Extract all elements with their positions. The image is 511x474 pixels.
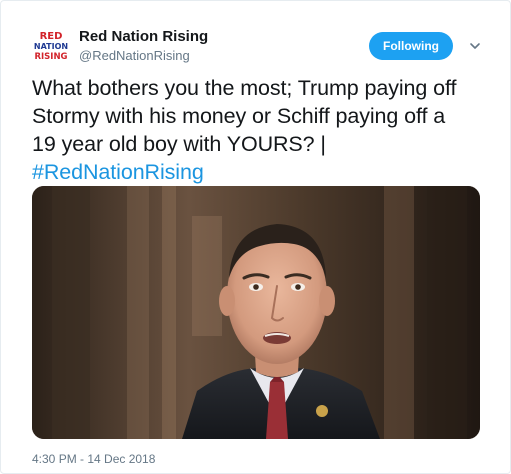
tweet-text-line: 19 year old boy with YOURS? | <box>32 132 326 156</box>
svg-text:NATION: NATION <box>34 42 68 51</box>
avatar[interactable]: RED NATION RISING <box>31 27 71 67</box>
svg-text:RED: RED <box>40 31 63 42</box>
tweet-text: What bothers you the most; Trump paying … <box>32 74 492 186</box>
tweet-photo[interactable] <box>32 186 480 439</box>
following-button[interactable]: Following <box>369 32 453 60</box>
red-nation-rising-logo-icon: RED NATION RISING <box>31 27 71 67</box>
svg-text:RISING: RISING <box>34 52 67 62</box>
display-name[interactable]: Red Nation Rising <box>79 28 208 45</box>
photo-of-man-in-suit-icon <box>32 186 480 439</box>
hashtag-link[interactable]: #RedNationRising <box>32 158 492 186</box>
tweet-text-line: What bothers you the most; Trump paying … <box>32 76 457 100</box>
tweet-timestamp[interactable]: 4:30 PM - 14 Dec 2018 <box>32 452 155 466</box>
handle[interactable]: @RedNationRising <box>79 48 190 63</box>
tweet-card: RED NATION RISING Red Nation Rising @Red… <box>0 0 511 474</box>
chevron-down-icon[interactable] <box>467 38 483 54</box>
tweet-text-line: Stormy with his money or Schiff paying o… <box>32 104 446 128</box>
